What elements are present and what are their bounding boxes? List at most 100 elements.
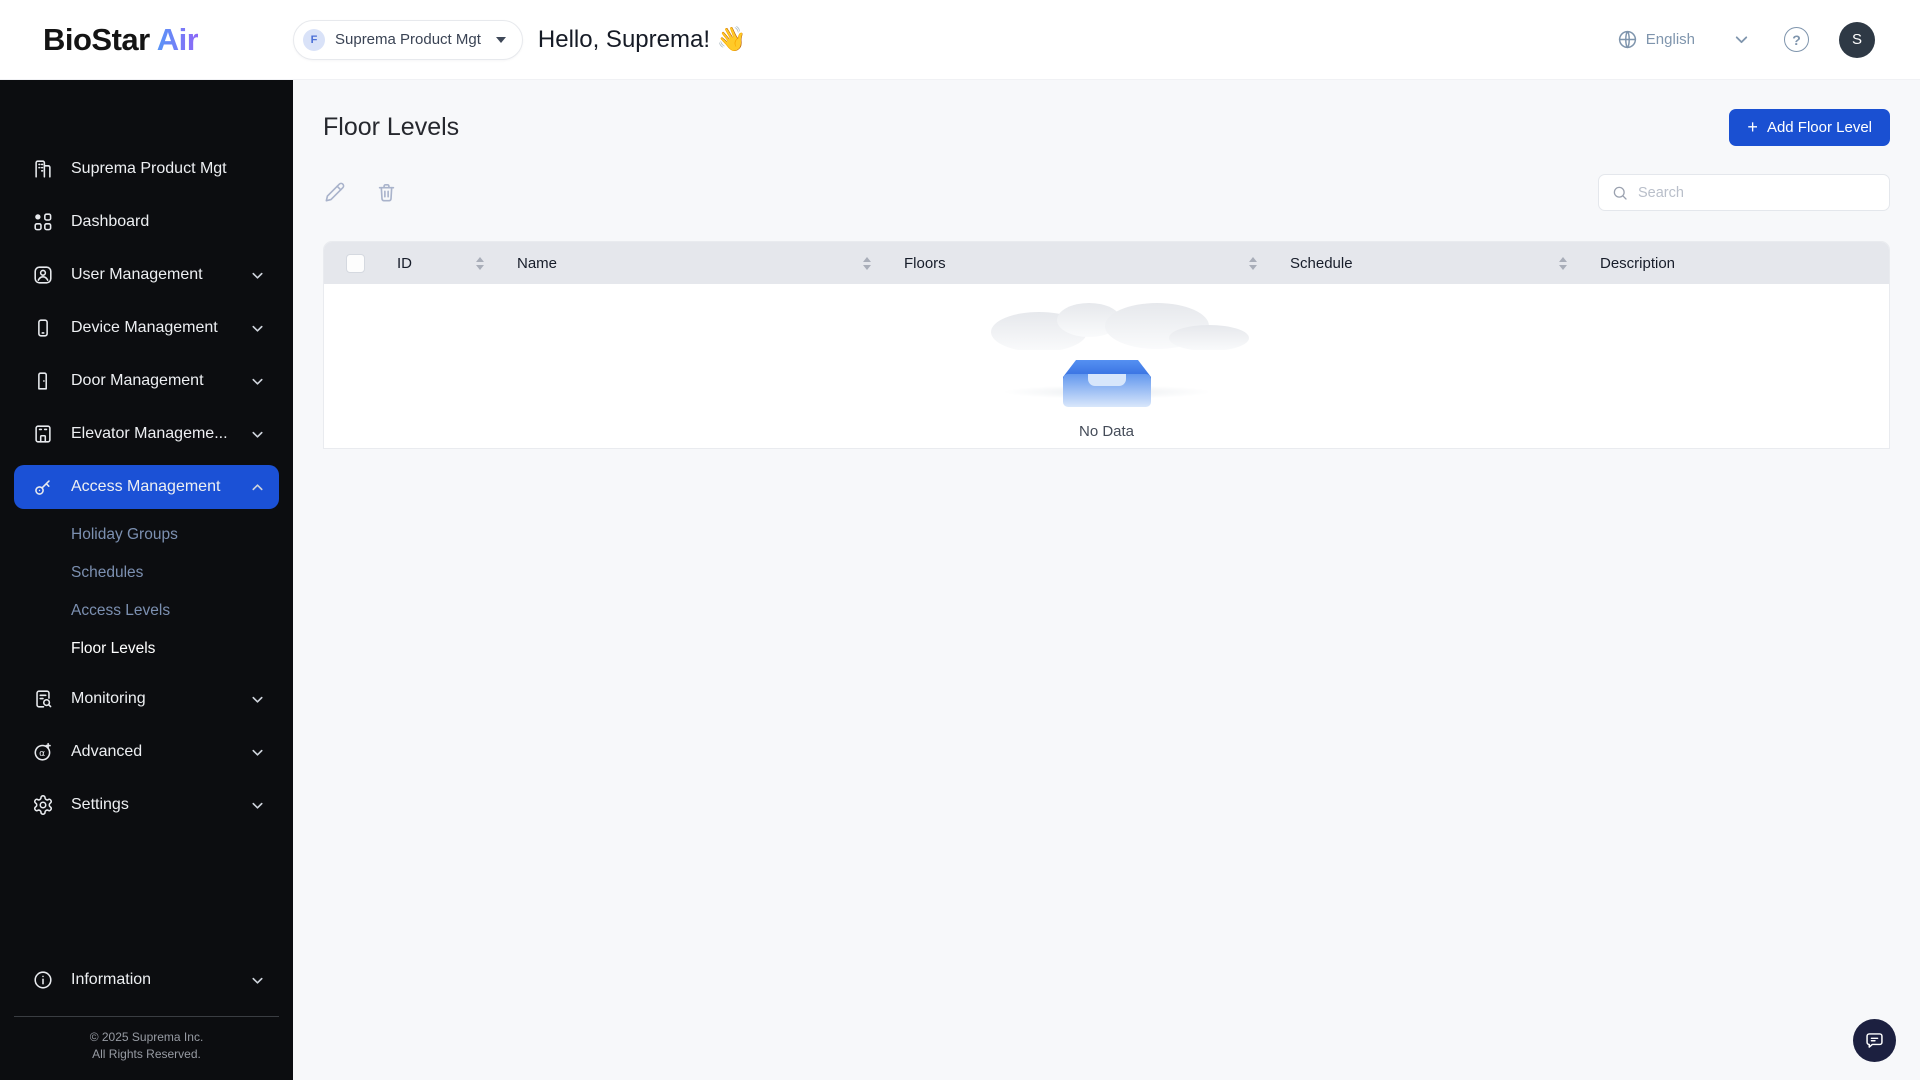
chevron-down-icon — [250, 427, 265, 442]
table-header-row: ID Name Floors Schedule Description — [324, 242, 1889, 284]
chevron-down-icon[interactable] — [1733, 31, 1750, 48]
column-header-id[interactable]: ID — [378, 242, 498, 284]
select-all-cell — [324, 242, 378, 284]
help-button[interactable]: ? — [1784, 27, 1809, 52]
table-toolbar — [323, 174, 1890, 211]
sidebar-item-monitoring[interactable]: Monitoring — [14, 677, 279, 721]
chevron-down-icon — [250, 374, 265, 389]
sidebar-item-label: Information — [71, 971, 152, 988]
column-label: Description — [1600, 254, 1676, 272]
column-label: Floors — [904, 254, 946, 272]
page-title: Floor Levels — [323, 112, 460, 141]
info-icon — [32, 969, 54, 991]
sidebar-item-user-management[interactable]: User Management — [14, 253, 279, 297]
sidebar-item-label: User Management — [71, 266, 203, 283]
table-body: No Data — [324, 284, 1889, 448]
chevron-down-icon — [250, 321, 265, 336]
column-label: Name — [517, 254, 558, 272]
sort-icon[interactable] — [476, 256, 484, 270]
add-floor-level-button[interactable]: + Add Floor Level — [1729, 108, 1890, 146]
caret-down-icon — [495, 36, 506, 43]
sidebar-subitem-access-levels[interactable]: Access Levels — [0, 592, 293, 630]
sidebar-item-device-management[interactable]: Device Management — [14, 306, 279, 350]
door-icon — [32, 370, 54, 392]
edit-button[interactable] — [323, 181, 346, 204]
column-label: ID — [397, 254, 412, 272]
header-actions: English ? S — [1617, 21, 1875, 58]
elevator-icon — [32, 423, 54, 445]
globe-icon — [1617, 29, 1638, 50]
sidebar-subitem-floor-levels[interactable]: Floor Levels — [0, 630, 293, 668]
sidebar-nav: Suprema Product Mgt Dashboard User Manag… — [0, 147, 293, 827]
help-glyph: ? — [1792, 31, 1801, 48]
copyright-line1: © 2025 Suprema Inc. — [89, 1030, 204, 1044]
sidebar-item-label: Settings — [71, 796, 129, 813]
app-logo: BioStar Air — [43, 22, 293, 58]
column-header-name[interactable]: Name — [498, 242, 885, 284]
delete-button[interactable] — [375, 181, 398, 204]
empty-state: No Data — [927, 284, 1287, 448]
sidebar: Suprema Product Mgt Dashboard User Manag… — [0, 80, 293, 1080]
logo-air: Air — [149, 21, 199, 57]
sort-icon[interactable] — [1559, 256, 1567, 270]
sort-icon[interactable] — [863, 256, 871, 270]
search-box — [1598, 174, 1890, 211]
chat-bubble-icon — [1866, 1033, 1883, 1048]
svg-text:α: α — [39, 748, 45, 759]
sidebar-item-settings[interactable]: Settings — [14, 783, 279, 827]
chevron-down-icon — [250, 745, 265, 760]
top-bar: BioStar Air F Suprema Product Mgt Hello,… — [0, 0, 1920, 80]
sidebar-item-label: Elevator Manageme... — [71, 425, 228, 442]
sort-icon[interactable] — [1249, 256, 1257, 270]
sidebar-item-dashboard[interactable]: Dashboard — [14, 200, 279, 244]
logo-biostar: BioStar — [43, 21, 150, 57]
language-label: English — [1645, 31, 1695, 48]
search-input[interactable] — [1638, 184, 1877, 201]
sidebar-item-label: Monitoring — [71, 690, 146, 707]
chevron-down-icon — [250, 973, 265, 988]
sidebar-item-label: Access Management — [71, 478, 221, 495]
building-icon — [32, 158, 54, 180]
sidebar-item-access-management[interactable]: Access Management — [14, 465, 279, 509]
clouds-illustration — [990, 303, 1249, 350]
copyright-text: © 2025 Suprema Inc. All Rights Reserved. — [0, 1029, 293, 1063]
sidebar-item-label: Door Management — [71, 372, 204, 389]
user-avatar[interactable]: S — [1839, 21, 1875, 58]
organization-selector[interactable]: F Suprema Product Mgt — [293, 19, 523, 60]
sidebar-item-label: Advanced — [71, 743, 143, 760]
chevron-down-icon — [250, 692, 265, 707]
sidebar-item-door-management[interactable]: Door Management — [14, 359, 279, 403]
sidebar-item-suprema-product-mgt[interactable]: Suprema Product Mgt — [14, 147, 279, 191]
device-icon — [32, 317, 54, 339]
floor-levels-table: ID Name Floors Schedule Description No D… — [323, 241, 1890, 449]
sidebar-divider — [14, 1016, 279, 1017]
gear-icon — [32, 794, 54, 816]
no-data-label: No Data — [1078, 423, 1135, 440]
sidebar-item-label: Device Management — [71, 319, 218, 336]
chevron-up-icon — [250, 480, 265, 495]
sidebar-item-advanced[interactable]: α Advanced — [14, 730, 279, 774]
monitoring-icon — [32, 688, 54, 710]
empty-inbox-icon — [1062, 360, 1151, 407]
search-icon — [1611, 184, 1629, 202]
chat-fab-button[interactable] — [1853, 1019, 1896, 1062]
greeting-text: Hello, Suprema! 👋 — [537, 26, 747, 53]
chevron-down-icon — [250, 798, 265, 813]
alpha-circle-icon: α — [32, 741, 54, 763]
sidebar-item-elevator-management[interactable]: Elevator Manageme... — [14, 412, 279, 456]
sidebar-subitem-schedules[interactable]: Schedules — [0, 554, 293, 592]
select-all-checkbox[interactable] — [346, 253, 365, 273]
page-header: Floor Levels + Add Floor Level — [323, 107, 1890, 147]
sidebar-item-label: Suprema Product Mgt — [71, 160, 227, 177]
column-header-schedule[interactable]: Schedule — [1271, 242, 1581, 284]
column-label: Schedule — [1290, 254, 1353, 272]
sidebar-subitem-holiday-groups[interactable]: Holiday Groups — [0, 516, 293, 554]
sidebar-item-information[interactable]: Information — [14, 958, 279, 1002]
main-content: Floor Levels + Add Floor Level ID — [293, 80, 1920, 1080]
access-management-submenu: Holiday Groups Schedules Access Levels F… — [0, 516, 293, 668]
organization-badge: F — [303, 28, 325, 51]
language-selector[interactable]: English — [1617, 29, 1695, 50]
column-header-description: Description — [1581, 242, 1889, 284]
column-header-floors[interactable]: Floors — [885, 242, 1271, 284]
chevron-down-icon — [250, 268, 265, 283]
